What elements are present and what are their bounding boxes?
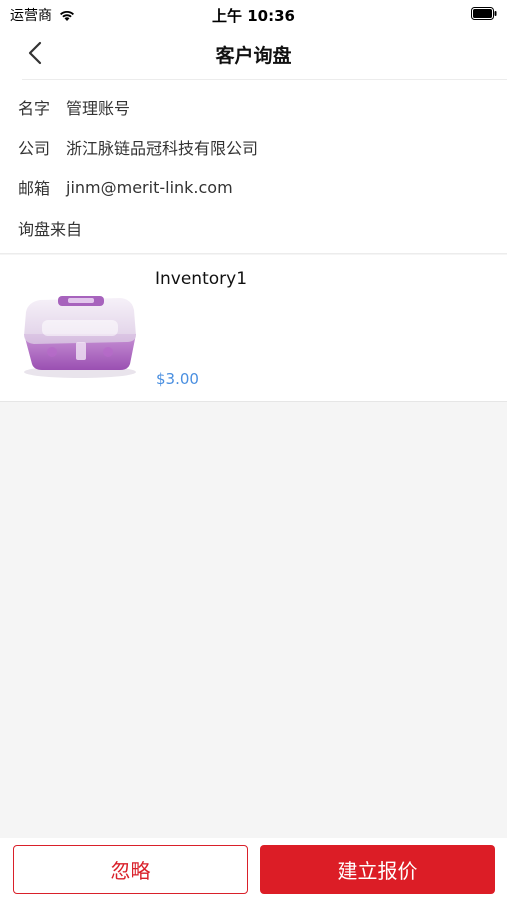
product-name: Inventory1	[155, 269, 248, 289]
company-label: 公司	[18, 139, 51, 158]
product-price: $3.00	[156, 370, 199, 388]
email-label: 邮箱	[18, 179, 51, 198]
customer-info-section: 名字 管理账号 公司 浙江脉链品冠科技有限公司 邮箱 jinm@merit-li…	[0, 80, 507, 254]
name-row: 名字 管理账号	[18, 95, 130, 119]
company-row: 公司 浙江脉链品冠科技有限公司	[18, 135, 258, 159]
company-value: 浙江脉链品冠科技有限公司	[66, 139, 259, 158]
source-label: 询盘来自	[18, 220, 83, 239]
email-row: 邮箱 jinm@merit-link.com	[18, 175, 233, 199]
status-time: 上午 10:36	[212, 7, 295, 25]
name-value: 管理账号	[66, 99, 131, 118]
create-quote-button[interactable]: 建立报价	[260, 845, 495, 894]
source-row: 询盘来自	[18, 216, 90, 240]
product-card[interactable]: Inventory1 $3.00	[0, 255, 507, 402]
battery-icon	[471, 7, 497, 20]
product-box-image	[24, 296, 136, 378]
navigation-bar: 客户询盘	[0, 28, 507, 80]
email-value: jinm@merit-link.com	[66, 177, 233, 197]
page-title: 客户询盘	[215, 45, 292, 67]
status-bar: 运营商 上午 10:36	[0, 0, 507, 28]
ignore-button[interactable]: 忽略	[13, 845, 248, 894]
name-label: 名字	[18, 99, 51, 118]
footer-action-bar: 忽略 建立报价	[0, 838, 507, 900]
